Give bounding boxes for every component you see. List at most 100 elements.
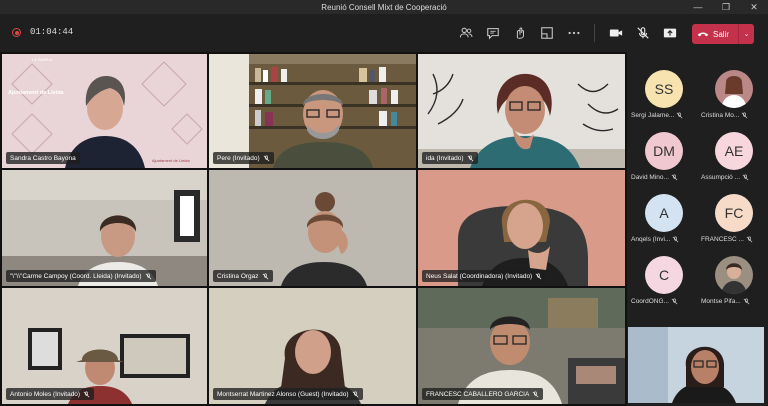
participant-name-tag: ida (Invitado) <box>422 152 478 164</box>
mic-off-icon <box>671 174 678 181</box>
mic-off-icon <box>742 174 749 181</box>
window-titlebar: Reunió Consell Mixt de Cooperació <box>0 0 768 14</box>
sign-logo-text: Ajuntament de Lleida <box>152 158 190 163</box>
video-tile[interactable]: Antonio Moles (Invitado) <box>2 288 207 404</box>
video-tile[interactable]: Cristina Orgaz <box>209 170 416 286</box>
roster-name: Assumpció ... <box>701 174 741 181</box>
mic-off-icon <box>352 391 358 397</box>
video-tile[interactable]: ida (Invitado) <box>418 54 625 168</box>
mic-off-icon <box>673 236 679 243</box>
mute-button[interactable] <box>631 22 655 44</box>
avatar-photo <box>715 256 753 294</box>
window-title: Reunió Consell Mixt de Cooperació <box>321 2 447 12</box>
share-screen-button[interactable] <box>658 22 682 44</box>
avatar: A <box>645 194 683 232</box>
mic-off-icon <box>743 298 750 305</box>
maximize-button[interactable]: ❐ <box>712 0 740 14</box>
sign-main-text: Ajuntament de Lleida <box>8 90 64 96</box>
video-grid: LA PAERIA Ajuntament de Lleida Ajuntamen… <box>0 52 627 406</box>
roster-name: David Mino... <box>631 174 669 181</box>
more-options-button[interactable] <box>562 22 586 44</box>
rooms-button[interactable] <box>535 22 559 44</box>
participant-name-tag: FRANCESC CABALLERO GARCIA <box>422 388 544 400</box>
raise-hand-icon <box>516 27 524 39</box>
video-tile[interactable]: Neus Salat (Coordinadora) (Invitado) <box>418 170 625 286</box>
roster-name: CoordONG... <box>631 298 669 305</box>
close-window-button[interactable]: ✕ <box>740 0 768 14</box>
reactions-button[interactable] <box>508 22 532 44</box>
chevron-down-icon[interactable]: ⌄ <box>738 24 754 44</box>
participant-figure-image <box>273 90 373 168</box>
roster-participant[interactable]: AE Assumpció ... <box>697 128 767 190</box>
participant-name-tag: Cristina Orgaz <box>213 270 273 282</box>
breakout-rooms-icon <box>541 27 553 39</box>
meeting-timer: 01:04:44 <box>30 27 74 37</box>
participant-name-tag: Pere (Invitado) <box>213 152 274 164</box>
avatar-photo <box>715 70 753 108</box>
participant-roster: SS Sergi Jalame... Cristina Mo... DM Dav… <box>627 52 768 322</box>
video-tile[interactable]: "\"\\"Carme Campoy (Coord. Lleida) (Invi… <box>2 170 207 286</box>
camera-button[interactable] <box>604 22 628 44</box>
mic-off-icon <box>83 391 90 397</box>
participant-name: ida (Invitado) <box>426 154 464 162</box>
avatar: SS <box>645 70 683 108</box>
avatar: FC <box>715 194 753 232</box>
mic-off-icon <box>746 236 753 243</box>
phone-hangup-icon <box>697 32 709 37</box>
mic-off-icon <box>535 273 542 279</box>
participant-name: Montserrat Martinez Alonso (Guest) (Invi… <box>217 390 349 398</box>
mic-off-icon <box>677 112 683 119</box>
participant-name: Pere (Invitado) <box>217 154 260 162</box>
participant-name: Antonio Moles (Invitado) <box>10 390 81 398</box>
leave-button[interactable]: Salir ⌄ <box>692 24 754 44</box>
participant-name: "\"\\"Carme Campoy (Coord. Lleida) (Invi… <box>10 272 142 280</box>
participant-name: Cristina Orgaz <box>217 272 259 280</box>
participant-name-tag: Antonio Moles (Invitado) <box>6 388 95 400</box>
participants-button[interactable] <box>454 22 478 44</box>
participant-name-tag: Montserrat Martinez Alonso (Guest) (Invi… <box>213 388 363 400</box>
minimize-button[interactable]: — <box>684 0 712 14</box>
roster-participant[interactable]: SS Sergi Jalame... <box>627 66 697 128</box>
participant-figure-image <box>281 192 367 286</box>
roster-participant[interactable]: A Anqels (Invi... <box>627 190 697 252</box>
self-view-video[interactable] <box>628 327 764 403</box>
mic-off-icon <box>741 112 748 119</box>
roster-name: FRANCESC ... <box>701 236 744 243</box>
more-dots-icon <box>568 31 580 35</box>
video-tile-active-speaker[interactable]: Montserrat Martinez Alonso (Guest) (Invi… <box>209 288 416 404</box>
recording-indicator-icon <box>12 28 21 37</box>
participant-name: Neus Salat (Coordinadora) (Invitado) <box>426 272 533 280</box>
roster-participant[interactable]: DM David Mino... <box>627 128 697 190</box>
mic-off-icon <box>671 298 678 305</box>
roster-participant[interactable]: Cristina Mo... <box>697 66 767 128</box>
chat-icon <box>487 28 499 40</box>
leave-label: Salir <box>713 29 730 39</box>
sign-small-text: LA PAERIA <box>32 57 53 62</box>
roster-name: Montse Pifa... <box>701 298 741 305</box>
people-icon <box>459 27 473 38</box>
mic-off-icon <box>263 155 269 161</box>
avatar: AE <box>715 132 753 170</box>
mic-off-icon <box>532 391 539 397</box>
self-view-image <box>628 327 764 403</box>
video-tile[interactable]: Pere (Invitado) <box>209 54 416 168</box>
participant-name-tag: Sandra Castro Bayona <box>6 152 80 164</box>
camera-icon <box>609 29 623 37</box>
roster-name: Anqels (Invi... <box>631 236 671 243</box>
roster-participant[interactable]: C CoordONG... <box>627 252 697 314</box>
participant-name: FRANCESC CABALLERO GARCIA <box>426 390 530 398</box>
video-tile[interactable]: FRANCESC CABALLERO GARCIA <box>418 288 625 404</box>
mic-off-icon <box>637 27 649 39</box>
participant-name-tag: "\"\\"Carme Campoy (Coord. Lleida) (Invi… <box>6 270 156 282</box>
avatar: C <box>645 256 683 294</box>
mic-off-icon <box>262 273 268 279</box>
mic-off-icon <box>467 155 473 161</box>
video-tile[interactable]: LA PAERIA Ajuntament de Lleida Ajuntamen… <box>2 54 207 168</box>
participant-name: Sandra Castro Bayona <box>10 154 76 162</box>
participant-figure-image <box>470 73 580 168</box>
roster-participant[interactable]: Montse Pifa... <box>697 252 767 314</box>
roster-participant[interactable]: FC FRANCESC ... <box>697 190 767 252</box>
mic-off-icon <box>145 273 151 279</box>
participant-name-tag: Neus Salat (Coordinadora) (Invitado) <box>422 270 547 282</box>
chat-button[interactable] <box>481 22 505 44</box>
